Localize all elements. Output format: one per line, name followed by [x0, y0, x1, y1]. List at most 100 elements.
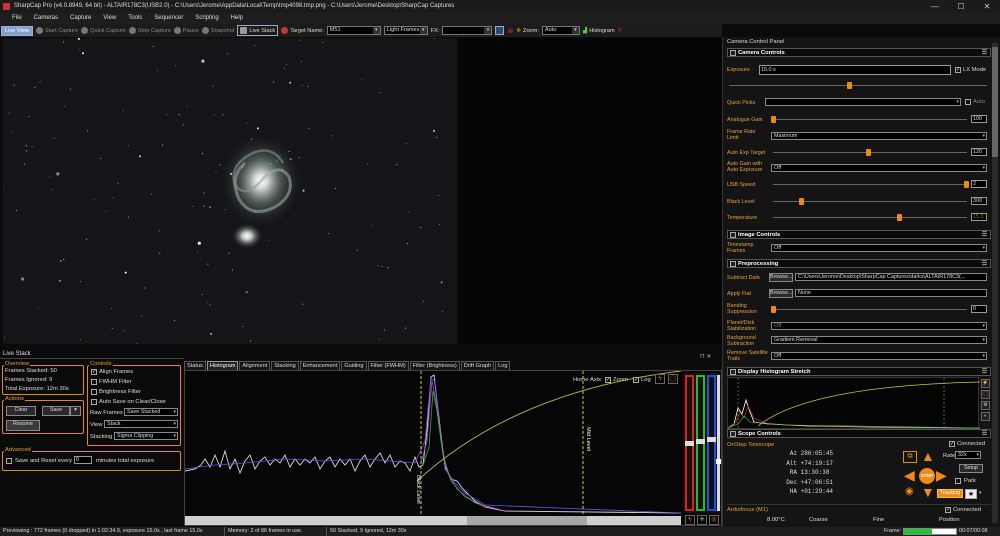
black-level-value[interactable]: 300: [971, 197, 987, 205]
banding-value[interactable]: 0: [971, 305, 987, 313]
dark-path-select[interactable]: C:\Users\Jerome\Desktop\SharpCap Capture…: [795, 273, 987, 281]
search-icon[interactable]: ⚲: [618, 28, 622, 34]
focuser-connected-checkbox[interactable]: ✓: [945, 507, 951, 513]
black-level-slider[interactable]: [773, 198, 967, 205]
pin-icon[interactable]: ⊓ ✕: [700, 353, 711, 360]
stack-histogram-chart[interactable]: [185, 371, 681, 515]
exposure-input[interactable]: 15.0 s: [759, 65, 951, 75]
sliders-lightning-icon[interactable]: ϟ: [685, 515, 695, 525]
quick-picks-select[interactable]: ▾: [765, 98, 961, 106]
blue-slider[interactable]: [707, 375, 716, 511]
maximize-button[interactable]: ☐: [948, 0, 974, 13]
banding-slider[interactable]: [771, 306, 967, 313]
park-checkbox[interactable]: [955, 478, 961, 484]
flat-select[interactable]: None: [795, 289, 987, 297]
luminance-slider[interactable]: [716, 375, 721, 511]
red-slider[interactable]: [685, 375, 694, 511]
auto-gain-select[interactable]: Off ▾: [771, 164, 987, 172]
timestamp-select[interactable]: Off ▾: [771, 244, 987, 252]
menu-file[interactable]: File: [6, 13, 28, 24]
usb-speed-knob[interactable]: [964, 181, 969, 188]
tab-guiding[interactable]: Guiding: [341, 361, 367, 370]
exposure-slider-knob[interactable]: [847, 82, 852, 89]
menu-view[interactable]: View: [97, 13, 122, 24]
fx-settings-icon[interactable]: [495, 26, 505, 35]
tab-enhancement[interactable]: Enhancement: [299, 361, 341, 370]
minimize-button[interactable]: —: [922, 0, 948, 13]
star-icon[interactable]: ★: [965, 489, 977, 499]
histogram-reset-icon[interactable]: ◯: [981, 390, 990, 399]
save-reset-checkbox[interactable]: [6, 458, 12, 464]
setup-button[interactable]: Setup: [959, 464, 983, 473]
planet-stabilization-select[interactable]: Off ▾: [771, 322, 987, 330]
live-view-button[interactable]: Live View: [1, 25, 33, 36]
histogram-contrast-icon[interactable]: ◐: [981, 412, 990, 421]
stop-capture-button[interactable]: Stop Capture: [128, 27, 171, 34]
tab-drift-graph[interactable]: Drift Graph: [460, 361, 495, 370]
menu-icon[interactable]: ☰: [982, 260, 987, 268]
menu-capture[interactable]: Capture: [64, 13, 97, 24]
subtract-dark-browse-button[interactable]: Browse...: [769, 273, 793, 282]
display-histogram-chart[interactable]: [727, 377, 981, 430]
lightning-icon[interactable]: ϟ: [655, 374, 665, 384]
temperature-knob[interactable]: [897, 214, 902, 221]
temperature-slider[interactable]: [773, 214, 967, 221]
tab-alignment[interactable]: Alignment: [239, 361, 271, 370]
log-checkbox[interactable]: ✓: [633, 377, 639, 383]
save-dropdown-button[interactable]: ▾: [70, 406, 81, 416]
reticle-icon[interactable]: ⊗: [507, 27, 513, 35]
sliders-target-icon[interactable]: ✛: [697, 515, 707, 525]
clear-button[interactable]: Clear: [6, 406, 36, 416]
apply-flat-browse-button[interactable]: Browse...: [769, 289, 793, 298]
snapshot-button[interactable]: Snapshot: [201, 27, 234, 34]
tab-stacking[interactable]: Stacking: [271, 361, 299, 370]
fwhm-filter-checkbox[interactable]: [91, 379, 97, 385]
resume-button[interactable]: Resume: [6, 420, 40, 431]
menu-tools[interactable]: Tools: [122, 13, 148, 24]
camera-controls-header[interactable]: Camera Controls ☰: [727, 48, 991, 57]
align-frames-checkbox[interactable]: ✓: [91, 369, 97, 375]
analogue-gain-knob[interactable]: [771, 116, 776, 123]
tab-filter-brightness[interactable]: Filter (Brightness): [409, 361, 460, 370]
south-arrow-icon[interactable]: ▼: [921, 485, 935, 499]
fx-select[interactable]: ▾: [442, 26, 493, 35]
frame-type-select[interactable]: Light Frames ▾: [383, 26, 428, 35]
reset-icon[interactable]: ◯: [668, 374, 678, 384]
sliders-reset-icon[interactable]: ◎: [709, 515, 719, 525]
north-arrow-icon[interactable]: ▲: [921, 449, 935, 463]
view-select[interactable]: Stack ▾: [104, 420, 178, 428]
auto-save-checkbox[interactable]: [91, 399, 97, 405]
histogram-button[interactable]: ▟ Histogram: [583, 28, 615, 34]
image-view[interactable]: [3, 38, 457, 344]
east-arrow-icon[interactable]: ▶: [936, 468, 947, 482]
tab-histogram[interactable]: Histogram: [206, 361, 239, 370]
display-histogram-header[interactable]: Display Histogram Stretch ☰: [727, 367, 991, 376]
stop-button[interactable]: STOP: [919, 468, 935, 484]
green-slider[interactable]: [696, 375, 705, 511]
zoom-select[interactable]: Auto ▾: [541, 26, 580, 35]
goto-icon[interactable]: ⧉: [903, 451, 917, 463]
live-stack-button[interactable]: Live Stack: [237, 25, 279, 36]
save-reset-minutes-input[interactable]: 0: [74, 456, 92, 464]
menu-icon[interactable]: ☰: [982, 368, 987, 376]
start-capture-button[interactable]: Start Capture: [35, 27, 78, 34]
exposure-slider[interactable]: [729, 82, 987, 89]
menu-cameras[interactable]: Cameras: [28, 13, 64, 24]
background-subtraction-select[interactable]: Gradient Removal ▾: [771, 336, 987, 344]
scrollbar-thumb[interactable]: [467, 516, 587, 525]
scrollbar-thumb[interactable]: [992, 47, 998, 157]
panel-scrollbar[interactable]: [992, 43, 998, 523]
blue-slider-knob[interactable]: [707, 437, 716, 442]
black-level-knob[interactable]: [799, 198, 804, 205]
analogue-gain-slider[interactable]: [771, 116, 967, 123]
red-slider-knob[interactable]: [685, 441, 694, 446]
raw-frames-select[interactable]: Save Stacked ▾: [124, 408, 178, 416]
banding-knob[interactable]: [771, 306, 776, 313]
preprocessing-header[interactable]: Preprocessing ☰: [727, 259, 991, 268]
scope-controls-header[interactable]: Scope Controls ☰: [727, 429, 991, 438]
tab-log[interactable]: Log: [495, 361, 511, 370]
menu-sequencer[interactable]: Sequencer: [148, 13, 189, 24]
auto-exp-target-value[interactable]: 120: [971, 148, 987, 156]
tracking-button[interactable]: Tracking: [937, 489, 963, 498]
center-icon[interactable]: ◉: [905, 487, 914, 497]
